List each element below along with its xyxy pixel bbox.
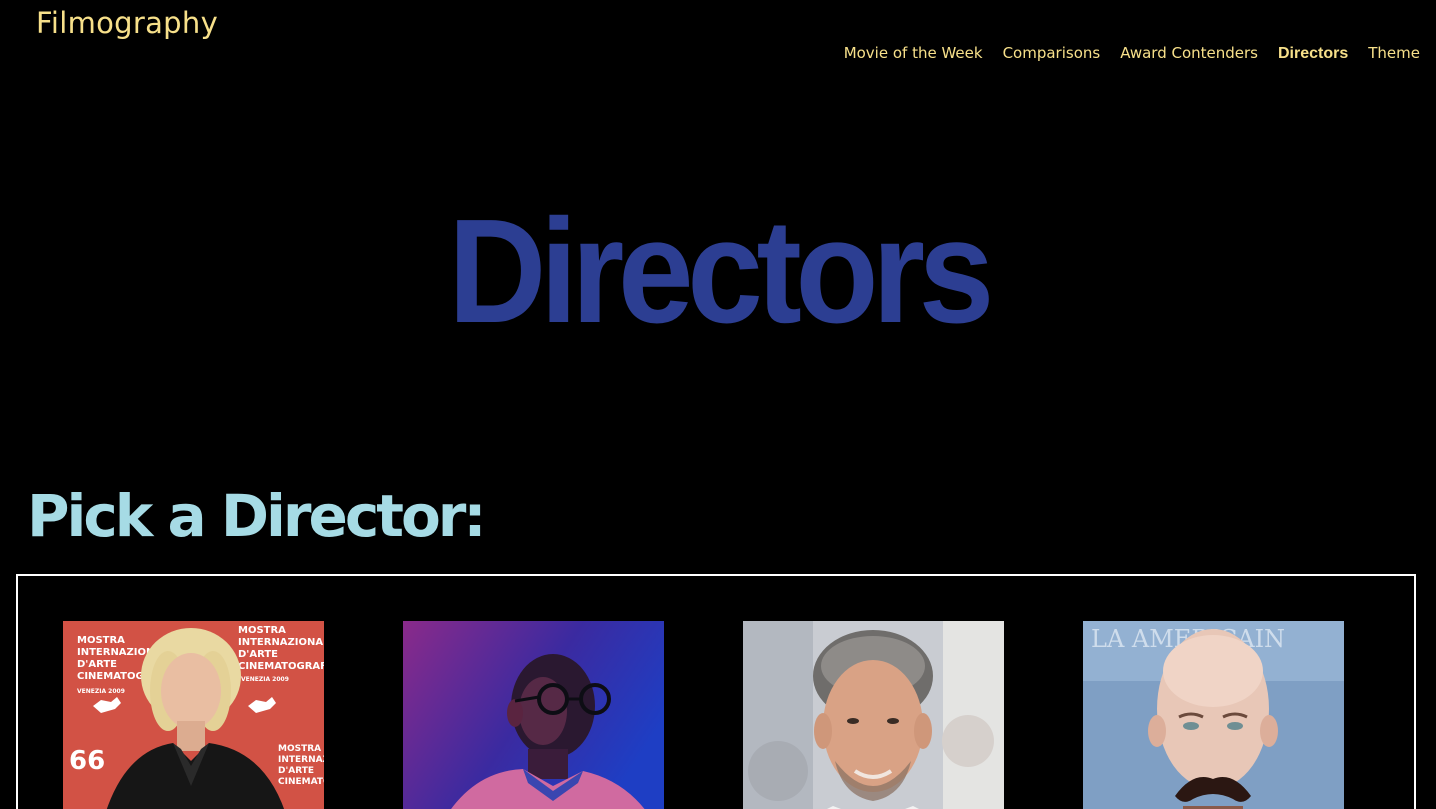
director-photo-1[interactable]: MOSTRA INTERNAZIONALE D'ARTE CINEMATOGRA… xyxy=(63,621,324,809)
backdrop-text: VENEZIA 2009 xyxy=(241,676,289,683)
portrait-image xyxy=(403,621,664,809)
backdrop-text: D'ARTE xyxy=(77,659,117,670)
site-title[interactable]: Filmography xyxy=(36,6,218,40)
backdrop-text: INTERNAZIONALE xyxy=(238,637,324,648)
director-photo-2[interactable] xyxy=(403,621,664,809)
backdrop-text: D'ARTE xyxy=(278,766,314,776)
director-gallery: MOSTRA INTERNAZIONALE D'ARTE CINEMATOGRA… xyxy=(16,574,1416,809)
portrait-image: LA AMERICAIN xyxy=(1083,621,1344,809)
portrait-image: MOSTRA INTERNAZIONALE D'ARTE CINEMATOGRA… xyxy=(63,621,324,809)
backdrop-text: INTERNAZIONALE xyxy=(278,755,324,765)
backdrop-text: MOSTRA xyxy=(278,744,321,754)
backdrop-number: 66 xyxy=(69,746,105,776)
nav-comparisons[interactable]: Comparisons xyxy=(1003,44,1101,62)
section-heading: Pick a Director: xyxy=(27,482,487,550)
nav-award-contenders[interactable]: Award Contenders xyxy=(1120,44,1258,62)
main-nav: Movie of the Week Comparisons Award Cont… xyxy=(844,44,1420,63)
backdrop-text: CINEMATOGRAFICA xyxy=(278,777,324,787)
backdrop-text: VENEZIA 2009 xyxy=(77,688,125,695)
nav-movie-of-the-week[interactable]: Movie of the Week xyxy=(844,44,983,62)
nav-theme[interactable]: Theme xyxy=(1368,44,1420,62)
backdrop-text: D'ARTE xyxy=(238,649,278,660)
backdrop-text: CINEMATOGRAFICA xyxy=(238,661,324,672)
director-photo-3[interactable] xyxy=(743,621,1004,809)
director-photo-4[interactable]: LA AMERICAIN xyxy=(1083,621,1344,809)
nav-directors[interactable]: Directors xyxy=(1278,45,1348,63)
backdrop-text: MOSTRA xyxy=(77,635,125,646)
page-title: Directors xyxy=(448,189,994,354)
backdrop-text: MOSTRA xyxy=(238,625,286,636)
portrait-image xyxy=(743,621,1004,809)
